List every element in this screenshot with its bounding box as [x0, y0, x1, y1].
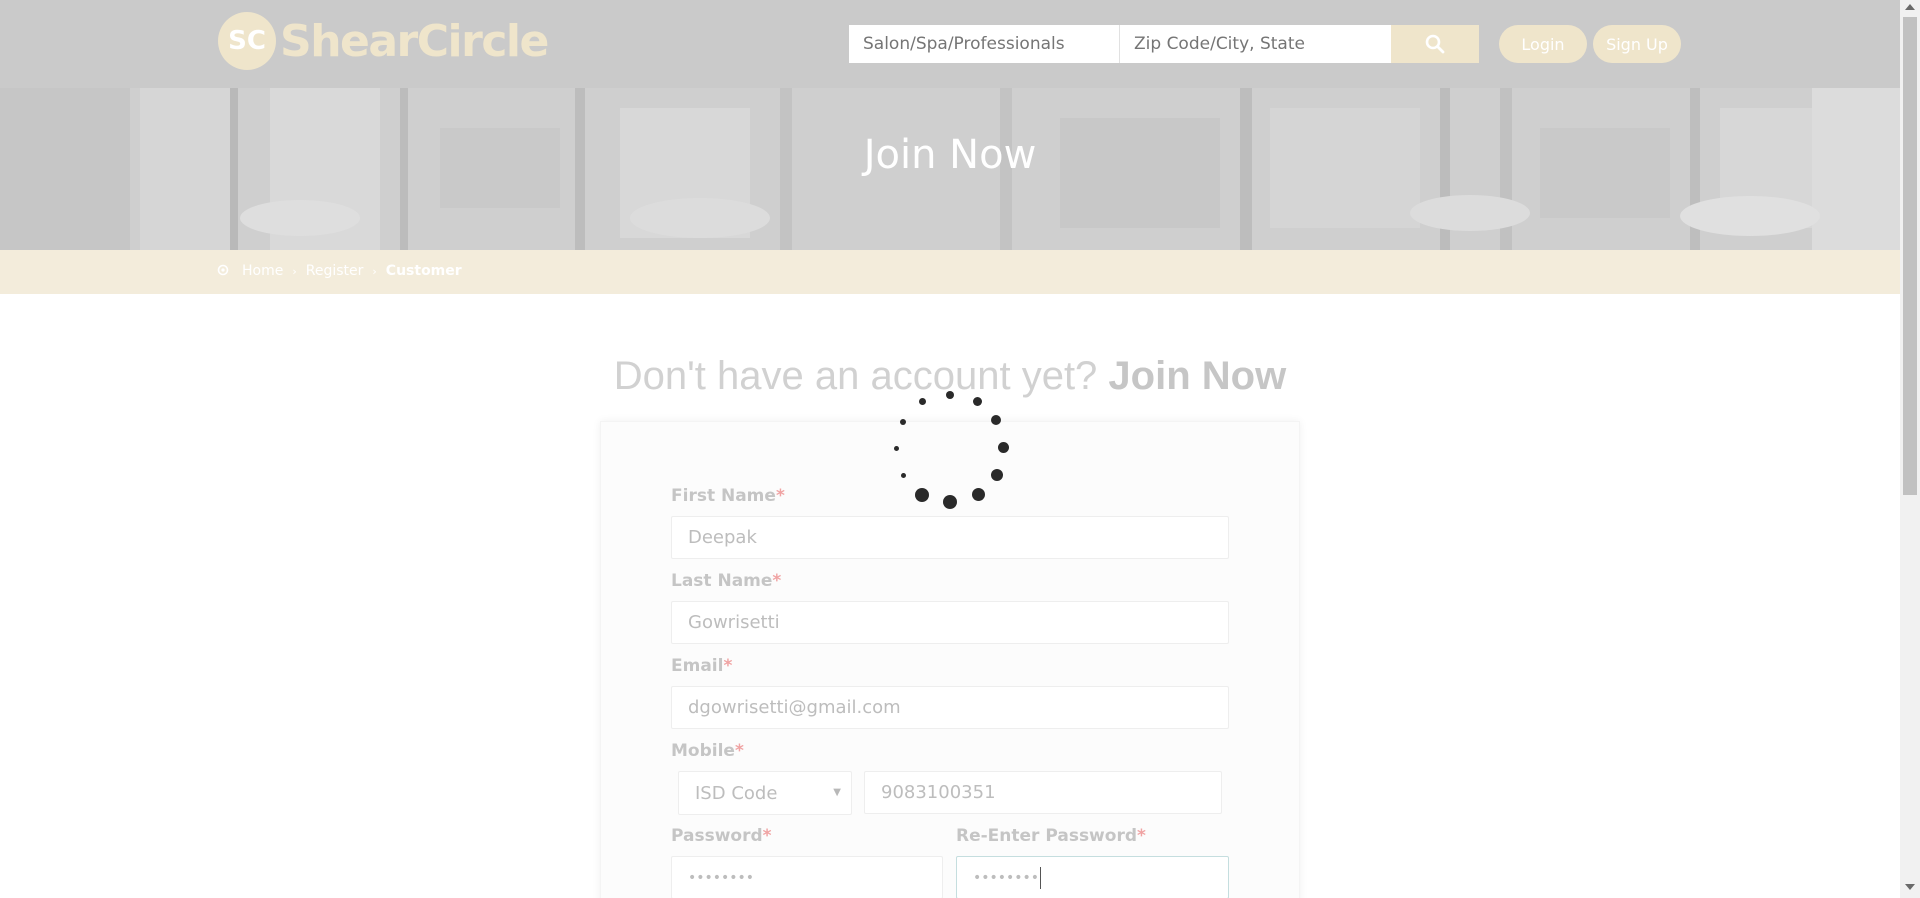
- reenter-password-label: Re-Enter Password*: [956, 826, 1146, 846]
- headline-text: Don't have an account yet?: [613, 354, 1098, 398]
- first-name-input[interactable]: Deepak: [671, 516, 1229, 559]
- scroll-up-arrow-icon[interactable]: [1905, 4, 1915, 10]
- text-caret: [1040, 866, 1042, 889]
- headline-emphasis: Join Now: [1108, 354, 1287, 398]
- logo[interactable]: SC ShearCircle: [218, 12, 549, 70]
- site-header: SC ShearCircle Login Sign Up: [0, 0, 1900, 88]
- search-button[interactable]: [1391, 25, 1479, 63]
- last-name-input[interactable]: Gowrisetti: [671, 601, 1229, 644]
- page-scrollbar[interactable]: [1900, 0, 1920, 898]
- mobile-label: Mobile*: [671, 741, 744, 761]
- hero-banner: Join Now: [0, 88, 1900, 250]
- logo-mark: SC: [218, 12, 276, 70]
- breadcrumb-home[interactable]: Home: [242, 263, 283, 279]
- email-label: Email*: [671, 656, 733, 676]
- logo-text: ShearCircle: [280, 15, 549, 67]
- hero-title: Join Now: [863, 132, 1037, 178]
- search-bar: [849, 25, 1479, 63]
- chevron-right-icon: ›: [292, 264, 297, 278]
- breadcrumb-register[interactable]: Register: [306, 263, 364, 279]
- search-location-input[interactable]: [1120, 25, 1391, 63]
- page: SC ShearCircle Login Sign Up: [0, 0, 1900, 898]
- login-button[interactable]: Login: [1499, 25, 1587, 63]
- password-label: Password*: [671, 826, 772, 846]
- loading-spinner-icon: [890, 386, 1010, 509]
- first-name-label: First Name*: [671, 486, 785, 506]
- search-service-input[interactable]: [849, 25, 1120, 63]
- password-input[interactable]: ••••••••: [671, 856, 943, 898]
- reenter-password-input[interactable]: ••••••••: [956, 856, 1229, 898]
- isd-code-select[interactable]: ISD Code ▼: [678, 771, 852, 815]
- chevron-right-icon: ›: [372, 264, 377, 278]
- mobile-number-input[interactable]: 9083100351: [864, 771, 1222, 814]
- scrollbar-thumb[interactable]: [1903, 17, 1917, 495]
- map-pin-icon: [217, 264, 229, 276]
- email-input[interactable]: dgowrisetti@gmail.com: [671, 686, 1229, 729]
- breadcrumb: Home › Register › Customer: [0, 250, 1900, 294]
- breadcrumb-current: Customer: [385, 263, 462, 279]
- last-name-label: Last Name*: [671, 571, 782, 591]
- signup-button[interactable]: Sign Up: [1593, 25, 1681, 63]
- scroll-down-arrow-icon[interactable]: [1905, 884, 1915, 890]
- chevron-down-icon: ▼: [833, 787, 841, 798]
- search-icon: [1425, 34, 1445, 54]
